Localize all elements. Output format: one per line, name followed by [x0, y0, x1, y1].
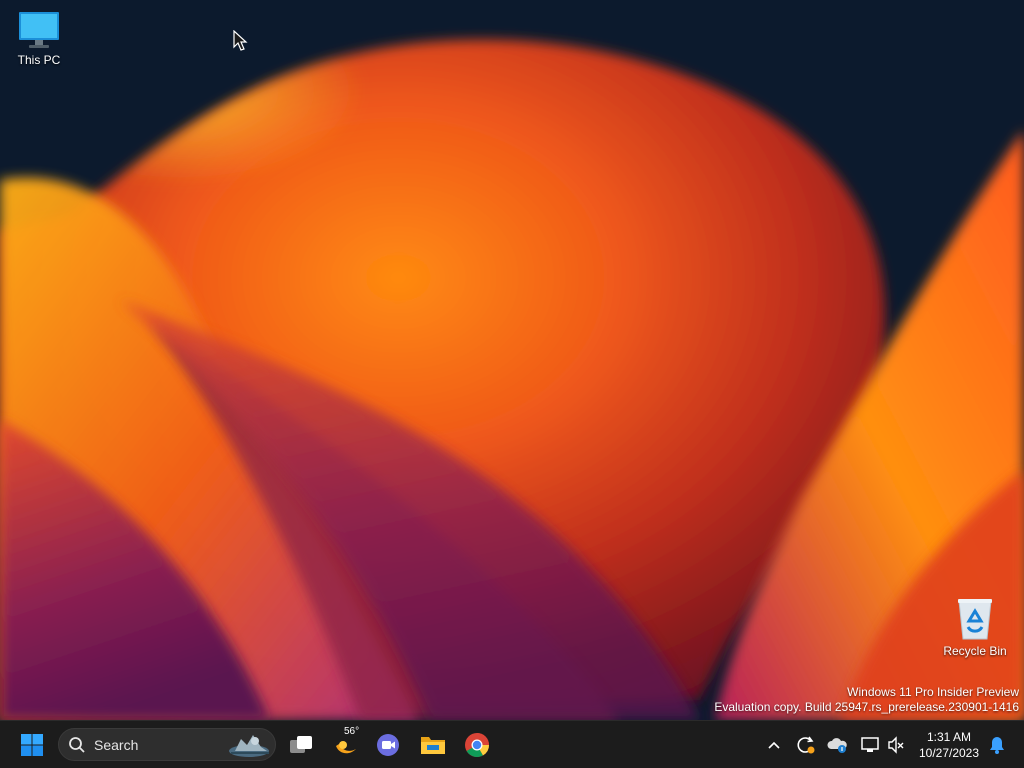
volume-tray-button[interactable] [884, 733, 908, 757]
taskbar-clock[interactable]: 1:31 AM 10/27/2023 [912, 729, 986, 761]
desktop-icon-label: This PC [17, 53, 61, 67]
onedrive-tray-button[interactable] [826, 733, 850, 757]
task-view-icon [290, 736, 312, 753]
desktop-icon-recycle-bin[interactable]: Recycle Bin [937, 597, 1013, 658]
clock-date: 10/27/2023 [918, 746, 980, 760]
start-button[interactable] [12, 725, 52, 765]
widgets-button[interactable]: 56° [326, 725, 366, 765]
mouse-cursor-icon [233, 30, 248, 51]
teams-icon [377, 734, 399, 756]
desktop-icon-label: Recycle Bin [943, 644, 1007, 658]
bell-icon [990, 737, 1004, 754]
desktop-icon-this-pc[interactable]: This PC [1, 10, 77, 67]
file-explorer-button[interactable] [413, 725, 453, 765]
file-explorer-icon [421, 737, 445, 754]
windows-logo-icon [21, 734, 43, 756]
onedrive-icon [827, 738, 847, 753]
taskbar: Search 56° 1:31 AM 10/27/2023 [0, 720, 1024, 768]
chrome-button[interactable] [457, 725, 497, 765]
desktop-wallpaper[interactable] [0, 0, 1024, 720]
update-icon [797, 736, 815, 754]
search-icon [69, 737, 85, 753]
clock-time: 1:31 AM [926, 730, 972, 744]
show-hidden-icons-button[interactable] [762, 733, 786, 757]
network-icon [861, 737, 879, 752]
teams-meet-button[interactable] [368, 725, 408, 765]
chevron-up-icon [768, 741, 780, 749]
weather-temperature: 56° [344, 726, 360, 737]
search-highlight-illustration-icon [229, 735, 269, 757]
task-view-button[interactable] [281, 725, 321, 765]
taskbar-search-box[interactable]: Search [58, 728, 276, 761]
chrome-icon [465, 733, 489, 758]
network-tray-button[interactable] [858, 733, 882, 757]
watermark-build: Evaluation copy. Build 25947.rs_prerelea… [714, 700, 1019, 714]
volume-muted-icon [888, 736, 904, 754]
windows-update-tray-button[interactable] [793, 733, 817, 757]
notifications-button[interactable] [985, 733, 1009, 757]
build-watermark: Windows 11 Pro Insider Preview Evaluatio… [714, 685, 1019, 715]
watermark-edition: Windows 11 Pro Insider Preview [847, 685, 1019, 699]
search-label: Search [94, 737, 139, 753]
recycle-bin-icon [958, 599, 992, 640]
monitor-icon [19, 12, 59, 48]
